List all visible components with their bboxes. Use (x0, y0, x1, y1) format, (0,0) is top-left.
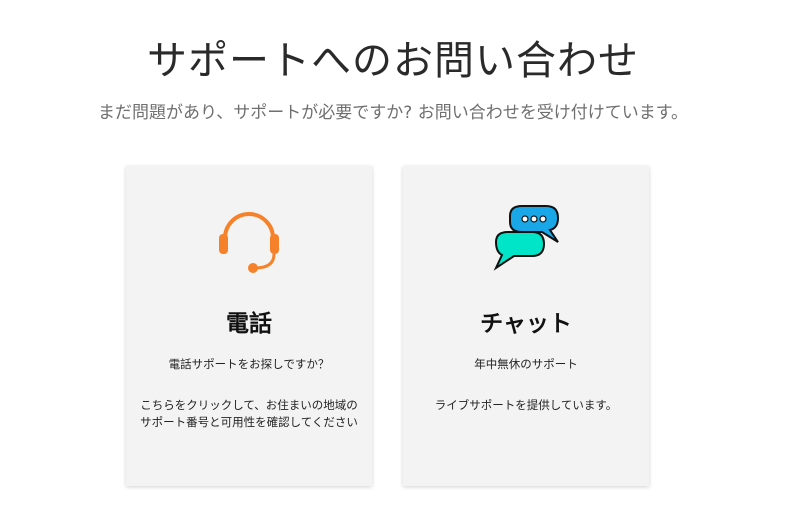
phone-support-card[interactable]: 電話 電話サポートをお探しですか？ こちらをクリックして、お住まいの地域のサポー… (126, 166, 372, 486)
phone-card-heading: 電話 (226, 311, 272, 337)
chat-card-heading: チャット (480, 311, 572, 337)
phone-card-details: こちらをクリックして、お住まいの地域のサポート番号と可用性を確認してください (140, 398, 358, 429)
chat-bubbles-icon (403, 202, 649, 274)
chat-card-description: 年中無休のサポート (474, 357, 578, 371)
page-title: サポートへのお問い合わせ (147, 38, 639, 84)
headset-icon (126, 202, 372, 274)
chat-card-details: ライブサポートを提供しています。 (434, 398, 618, 412)
phone-card-description: 電話サポートをお探しですか？ (168, 357, 330, 371)
page-subtitle: まだ問題があり、サポートが必要ですか? お問い合わせを受け付けています。 (97, 103, 689, 123)
chat-support-card[interactable]: チャット 年中無休のサポート ライブサポートを提供しています。 (403, 166, 649, 486)
